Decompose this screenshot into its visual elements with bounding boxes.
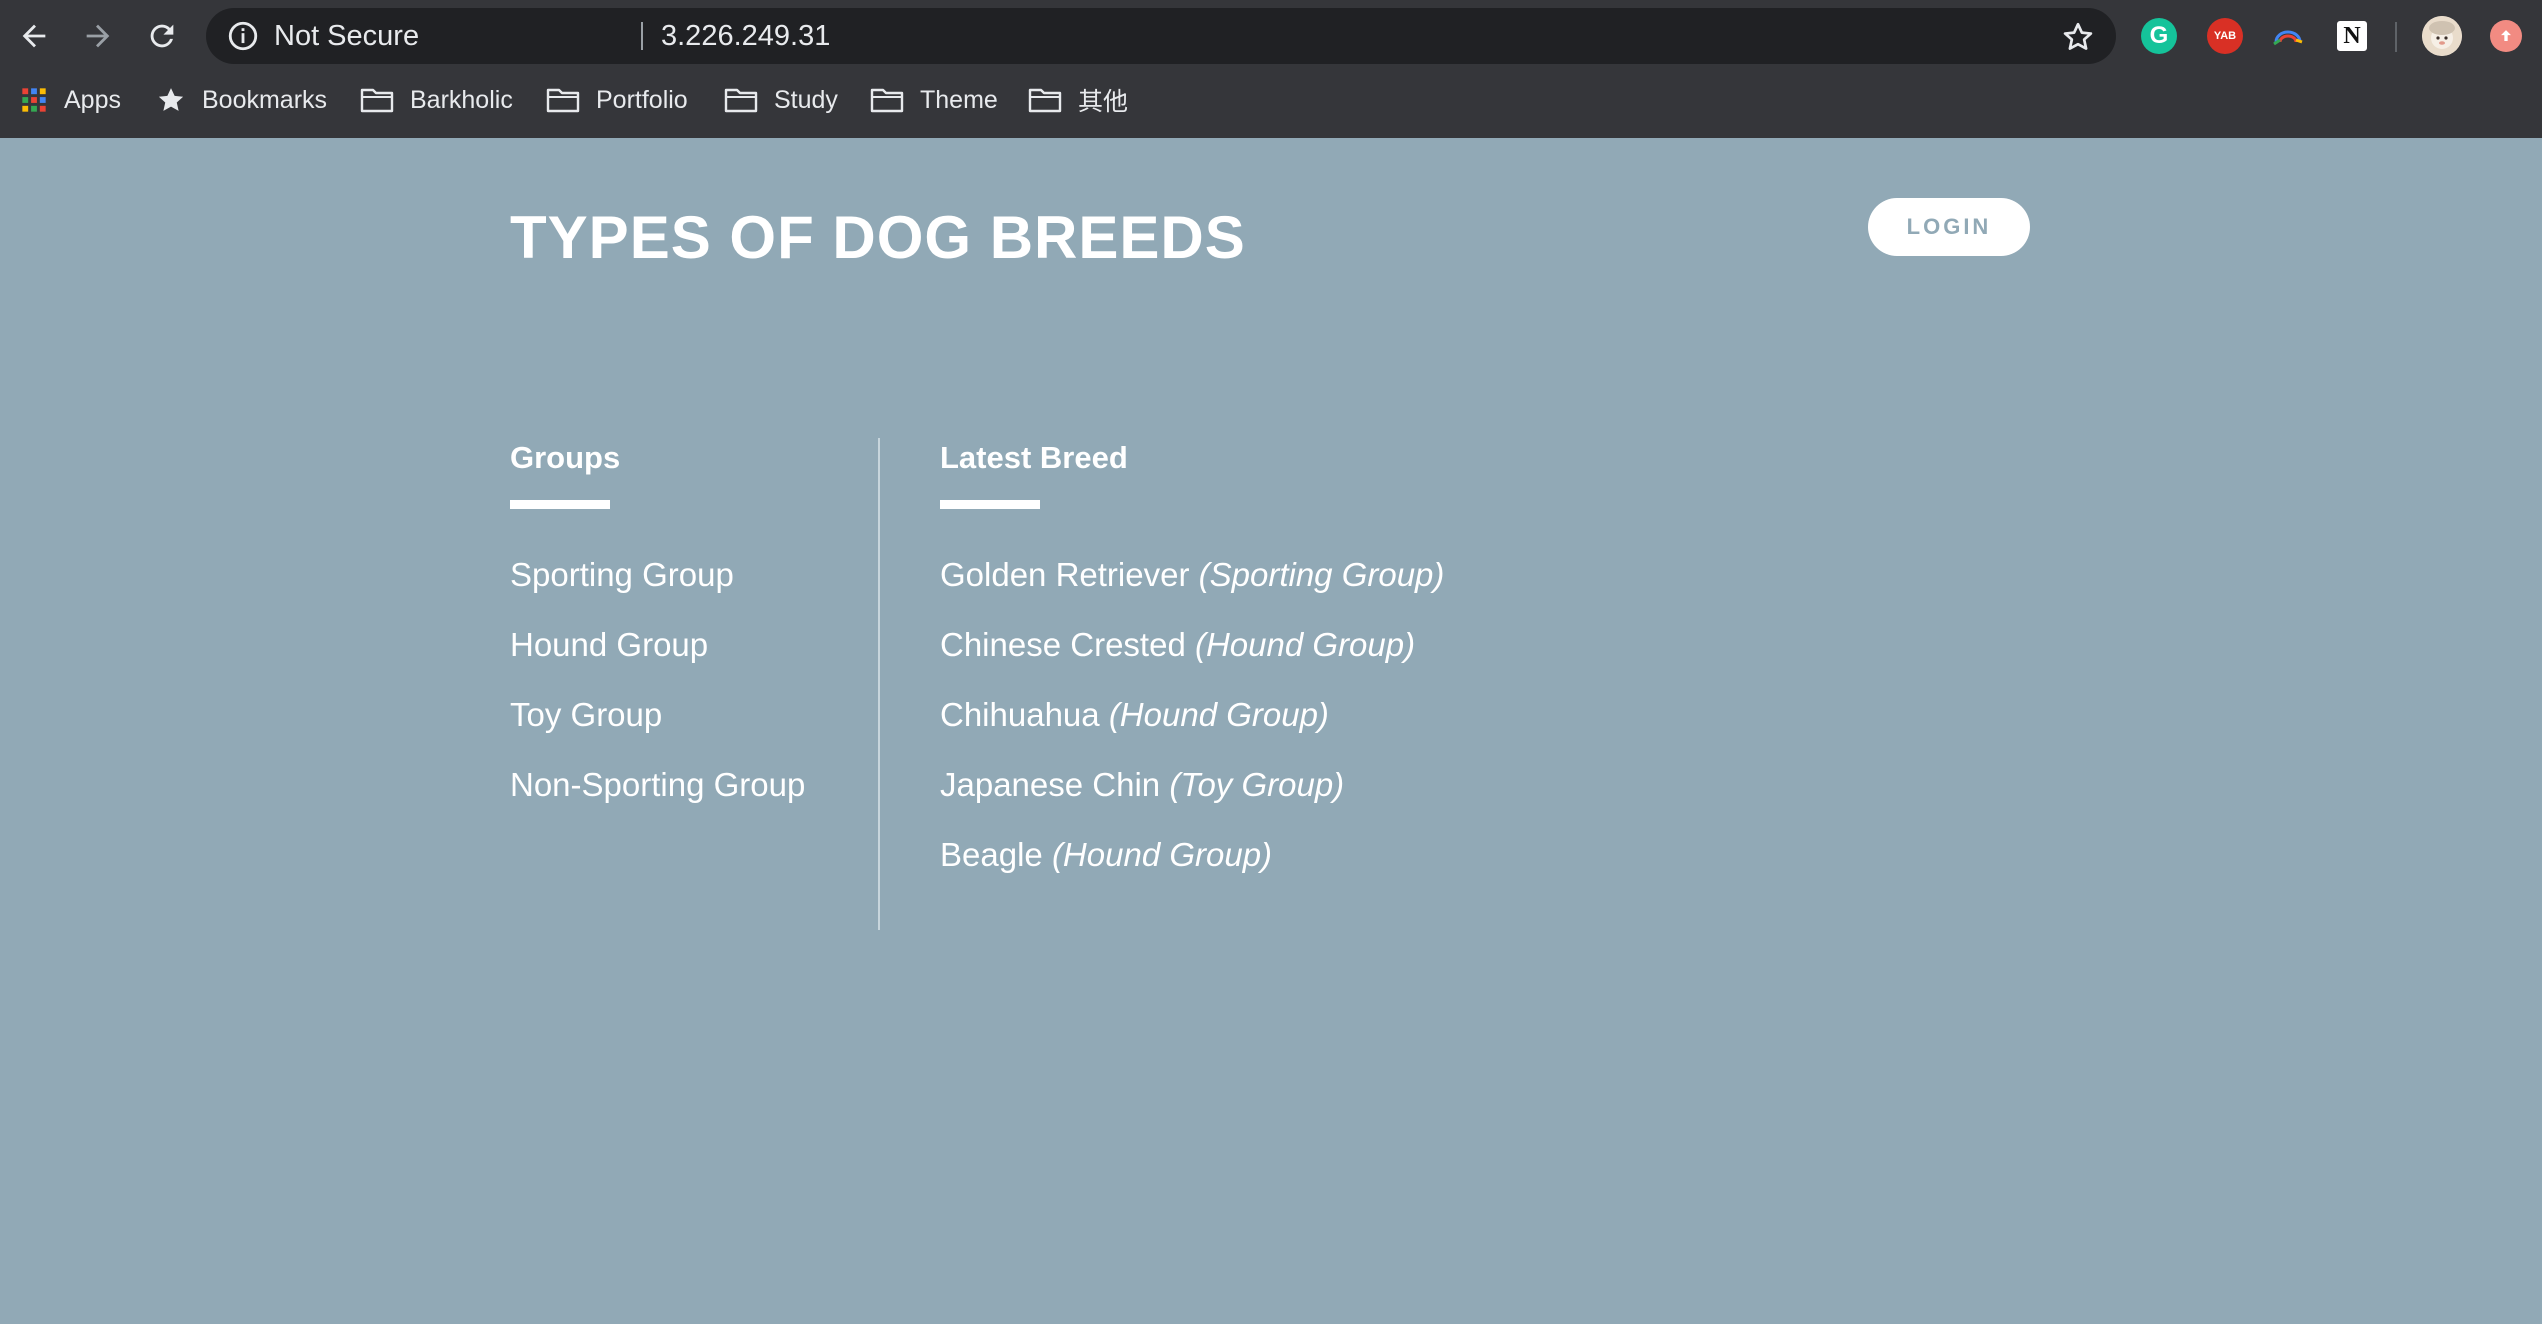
breed-group: (Hound Group) bbox=[1194, 626, 1416, 663]
profile-avatar[interactable] bbox=[2422, 16, 2462, 56]
group-link-non-sporting[interactable]: Non-Sporting Group bbox=[510, 758, 805, 828]
bookmark-label: 其他 bbox=[1078, 88, 1129, 116]
folder-icon bbox=[724, 86, 758, 114]
groups-underline bbox=[510, 500, 610, 509]
groups-heading: Groups bbox=[510, 440, 621, 475]
breed-link-chinese-crested[interactable]: Chinese Crested (Hound Group) bbox=[940, 618, 1444, 688]
address-separator bbox=[641, 22, 643, 50]
breed-name: Golden Retriever bbox=[940, 556, 1190, 593]
reload-button[interactable] bbox=[140, 14, 184, 58]
bookmark-barkholic[interactable]: Barkholic bbox=[360, 74, 513, 126]
bookmark-theme[interactable]: Theme bbox=[870, 74, 998, 126]
forward-button[interactable] bbox=[76, 14, 120, 58]
bookmarks-bar: Apps Bookmarks Barkholic Portfolio Study bbox=[0, 74, 2542, 126]
security-status[interactable]: Not Secure bbox=[274, 8, 419, 64]
notion-letter: N bbox=[2343, 22, 2361, 49]
breed-group: (Toy Group) bbox=[1169, 766, 1345, 803]
star-icon bbox=[156, 85, 186, 115]
group-link-hound[interactable]: Hound Group bbox=[510, 618, 805, 688]
breed-link-chihuahua[interactable]: Chihuahua (Hound Group) bbox=[940, 688, 1444, 758]
bookmark-label: Bookmarks bbox=[202, 85, 328, 114]
breed-link-beagle[interactable]: Beagle (Hound Group) bbox=[940, 828, 1444, 898]
yab-label: YAB bbox=[2213, 30, 2237, 42]
yab-extension-icon[interactable]: YAB bbox=[2207, 18, 2243, 54]
latest-breed-list: Golden Retriever (Sporting Group) Chines… bbox=[940, 548, 1444, 898]
update-button[interactable] bbox=[2490, 20, 2522, 52]
notion-extension-icon[interactable]: N bbox=[2334, 18, 2370, 54]
breed-name: Chinese Crested bbox=[940, 626, 1186, 663]
address-bar[interactable]: Not Secure 3.226.249.31 bbox=[206, 8, 2116, 64]
latest-breed-underline bbox=[940, 500, 1040, 509]
bookmark-other[interactable]: 其他 bbox=[1028, 74, 1128, 126]
folder-icon bbox=[546, 86, 580, 114]
grammarly-extension-icon[interactable]: G bbox=[2141, 18, 2177, 54]
page-title: TYPES OF DOG BREEDS bbox=[510, 204, 1246, 271]
bookmark-apps[interactable]: Apps bbox=[20, 74, 121, 126]
breed-group: (Hound Group) bbox=[1051, 836, 1273, 873]
breed-name: Japanese Chin bbox=[940, 766, 1161, 803]
grammarly-letter: G bbox=[2149, 22, 2169, 49]
group-link-sporting[interactable]: Sporting Group bbox=[510, 548, 805, 618]
bookmark-star-icon[interactable] bbox=[2060, 19, 2096, 55]
login-button[interactable]: LOGIN bbox=[1868, 198, 2030, 256]
breed-name: Beagle bbox=[940, 836, 1043, 873]
toolbar-separator bbox=[2395, 22, 2397, 52]
column-divider bbox=[878, 438, 880, 930]
reload-icon bbox=[150, 24, 174, 48]
folder-icon bbox=[870, 86, 904, 114]
latest-breed-heading: Latest Breed bbox=[940, 440, 1128, 475]
groups-list: Sporting Group Hound Group Toy Group Non… bbox=[510, 548, 805, 828]
breed-link-golden-retriever[interactable]: Golden Retriever (Sporting Group) bbox=[940, 548, 1444, 618]
bookmark-label: Theme bbox=[920, 85, 998, 114]
info-icon[interactable] bbox=[226, 19, 260, 53]
group-link-toy[interactable]: Toy Group bbox=[510, 688, 805, 758]
bookmark-portfolio[interactable]: Portfolio bbox=[546, 74, 688, 126]
back-arrow-icon bbox=[22, 24, 46, 48]
bookmark-label: Portfolio bbox=[596, 85, 688, 114]
folder-icon bbox=[360, 86, 394, 114]
rainbow-icon bbox=[2273, 30, 2303, 46]
folder-icon bbox=[1028, 86, 1062, 114]
forward-arrow-icon bbox=[86, 24, 110, 48]
avatar-face-icon bbox=[2422, 16, 2462, 56]
browser-chrome: Not Secure 3.226.249.31 G YAB N Apps Boo… bbox=[0, 0, 2542, 138]
breed-group: (Sporting Group) bbox=[1198, 556, 1445, 593]
breed-group: (Hound Group) bbox=[1108, 696, 1329, 733]
url-text[interactable]: 3.226.249.31 bbox=[661, 8, 830, 64]
apps-grid-icon bbox=[20, 86, 48, 114]
bookmark-label: Barkholic bbox=[410, 85, 513, 114]
breed-name: Chihuahua bbox=[940, 696, 1100, 733]
update-arrow-icon bbox=[2501, 30, 2511, 41]
bookmark-bookmarks[interactable]: Bookmarks bbox=[156, 74, 327, 126]
bookmark-study[interactable]: Study bbox=[724, 74, 838, 126]
bookmark-label: Apps bbox=[64, 85, 121, 114]
back-button[interactable] bbox=[12, 14, 56, 58]
bookmark-label: Study bbox=[774, 85, 838, 114]
breed-link-japanese-chin[interactable]: Japanese Chin (Toy Group) bbox=[940, 758, 1444, 828]
rainbow-extension-icon[interactable] bbox=[2270, 18, 2306, 54]
